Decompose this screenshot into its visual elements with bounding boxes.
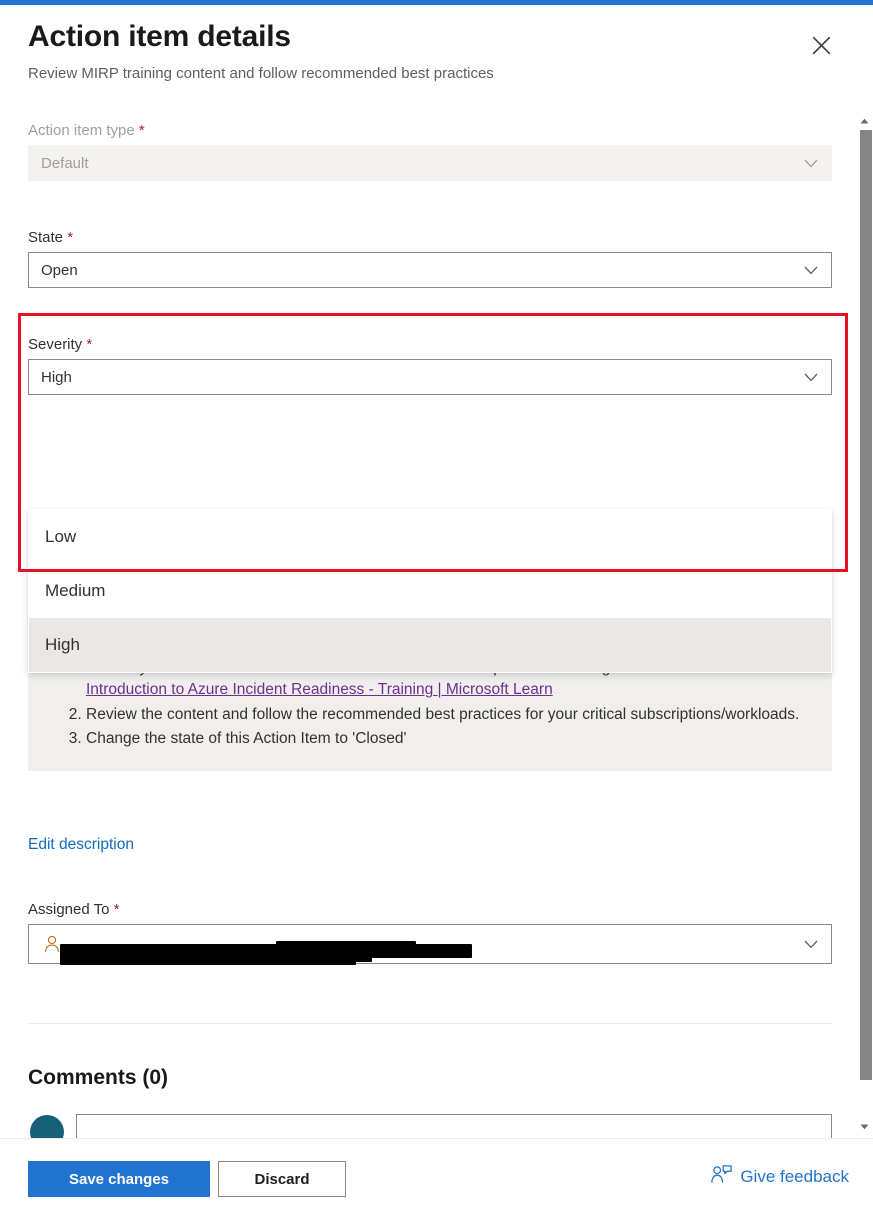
severity-option-high[interactable]: High (29, 618, 831, 672)
state-dropdown[interactable]: Open (28, 252, 832, 288)
required-asterisk: * (138, 122, 145, 139)
list-item: Change the state of this Action Item to … (86, 728, 814, 750)
severity-dropdown[interactable]: High (28, 359, 832, 395)
chevron-down-icon (860, 1117, 869, 1135)
panel-footer: Save changes Discard Give feedback (0, 1138, 873, 1221)
close-button[interactable] (805, 29, 837, 61)
chevron-down-icon (795, 266, 827, 275)
action-item-type-label: Action item type * (28, 122, 145, 139)
give-feedback-button[interactable]: Give feedback (711, 1165, 849, 1189)
step-text: Change the state of this Action Item to … (86, 730, 407, 748)
section-divider (28, 1023, 832, 1024)
person-feedback-icon (711, 1165, 733, 1189)
save-changes-button[interactable]: Save changes (28, 1161, 210, 1197)
chevron-down-icon (795, 940, 827, 949)
training-link[interactable]: Introduction to Azure Incident Readiness… (86, 681, 553, 698)
severity-option-low[interactable]: Low (29, 510, 831, 564)
scroll-down-button[interactable] (856, 1117, 873, 1134)
state-label: State * (28, 229, 74, 246)
give-feedback-label: Give feedback (740, 1167, 849, 1186)
required-asterisk: * (113, 901, 120, 918)
avatar (30, 1115, 64, 1138)
chevron-down-icon (795, 373, 827, 382)
state-value: Open (41, 261, 78, 279)
redaction-bar (276, 941, 416, 952)
required-asterisk: * (67, 229, 74, 246)
comments-heading: Comments (0) (28, 1066, 169, 1089)
list-item: Review the content and follow the recomm… (86, 704, 814, 726)
severity-option-medium[interactable]: Medium (29, 564, 831, 618)
step-text: Review the content and follow the recomm… (86, 705, 800, 723)
discard-button[interactable]: Discard (218, 1161, 346, 1197)
edit-description-link[interactable]: Edit description (28, 836, 134, 854)
vertical-scrollbar[interactable] (856, 103, 873, 1138)
action-item-type-dropdown[interactable]: Default (28, 145, 832, 181)
close-icon (812, 36, 831, 55)
action-item-type-value: Default (41, 154, 89, 172)
field-severity: Severity * High (28, 336, 832, 395)
assigned-to-label: Assigned To * (28, 901, 120, 918)
scrollbar-thumb[interactable] (860, 130, 872, 1080)
action-item-details-panel: Action item details Review MIRP training… (0, 0, 873, 1221)
required-asterisk: * (86, 336, 93, 353)
page-subtitle: Review MIRP training content and follow … (28, 65, 494, 82)
chevron-down-icon (795, 159, 827, 168)
severity-dropdown-list: Low Medium High (28, 509, 832, 673)
scroll-up-button[interactable] (856, 111, 873, 128)
severity-label: Severity * (28, 336, 93, 353)
page-title: Action item details (28, 20, 291, 53)
comment-input[interactable] (76, 1114, 832, 1138)
severity-value: High (41, 368, 72, 386)
panel-header: Action item details Review MIRP training… (0, 5, 873, 103)
field-state: State * Open (28, 229, 832, 288)
redaction-bar (196, 952, 372, 962)
field-action-item-type: Action item type * Default (28, 122, 832, 181)
scrollbar-track[interactable] (858, 128, 872, 1113)
chevron-up-icon (860, 111, 869, 129)
